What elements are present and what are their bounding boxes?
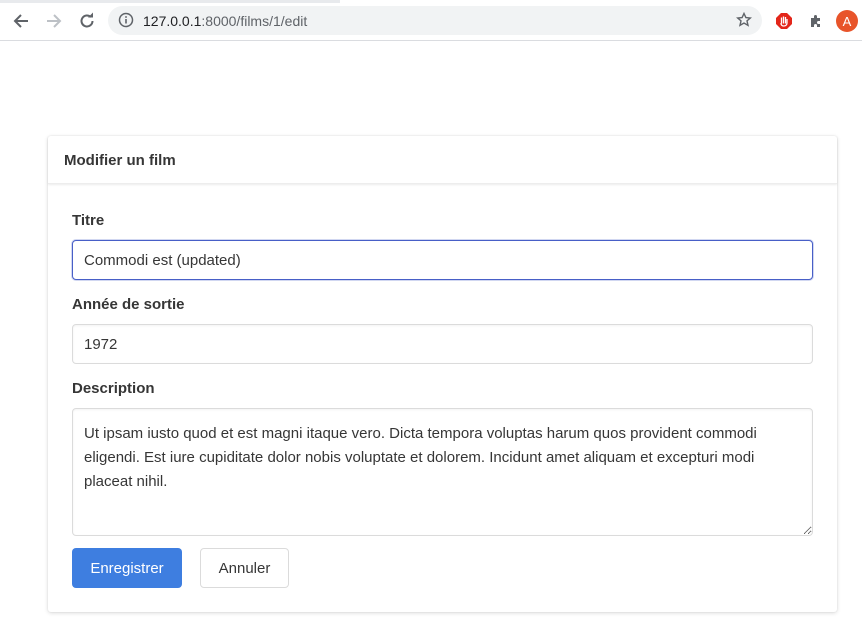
reload-button[interactable] [75, 9, 99, 33]
arrow-right-icon [47, 14, 62, 28]
site-info-icon[interactable] [118, 12, 134, 33]
url-text: 127.0.0.1:8000/films/1/edit [143, 13, 307, 29]
description-label: Description [72, 380, 155, 397]
profile-avatar[interactable]: A [836, 10, 858, 32]
save-button[interactable]: Enregistrer [72, 548, 182, 588]
title-label: Titre [72, 212, 105, 229]
card-title: Modifier un film [48, 136, 837, 184]
year-input[interactable] [72, 324, 813, 364]
back-button[interactable] [9, 9, 33, 33]
year-label: Année de sortie [72, 296, 185, 313]
adblock-extension-icon[interactable] [773, 10, 795, 32]
title-input[interactable] [72, 240, 813, 280]
arrow-left-icon [13, 14, 28, 28]
edit-film-card: Modifier un film Titre Année de sortie D… [48, 136, 837, 612]
url-host: 127.0.0.1 [143, 13, 202, 29]
reload-icon [80, 12, 94, 28]
extensions-puzzle-icon[interactable] [805, 10, 827, 32]
forward-button[interactable] [42, 9, 66, 33]
url-path: :8000/films/1/edit [201, 13, 308, 29]
tab-strip-edge [0, 0, 340, 3]
edit-film-form: Titre Année de sortie Description Ut ips… [72, 212, 813, 541]
browser-toolbar: 127.0.0.1:8000/films/1/edit A [0, 0, 862, 41]
cancel-button[interactable]: Annuler [200, 548, 289, 588]
address-bar[interactable]: 127.0.0.1:8000/films/1/edit [108, 6, 762, 35]
description-textarea[interactable]: Ut ipsam iusto quod et est magni itaque … [72, 408, 813, 536]
bookmark-star-icon[interactable] [736, 11, 752, 33]
